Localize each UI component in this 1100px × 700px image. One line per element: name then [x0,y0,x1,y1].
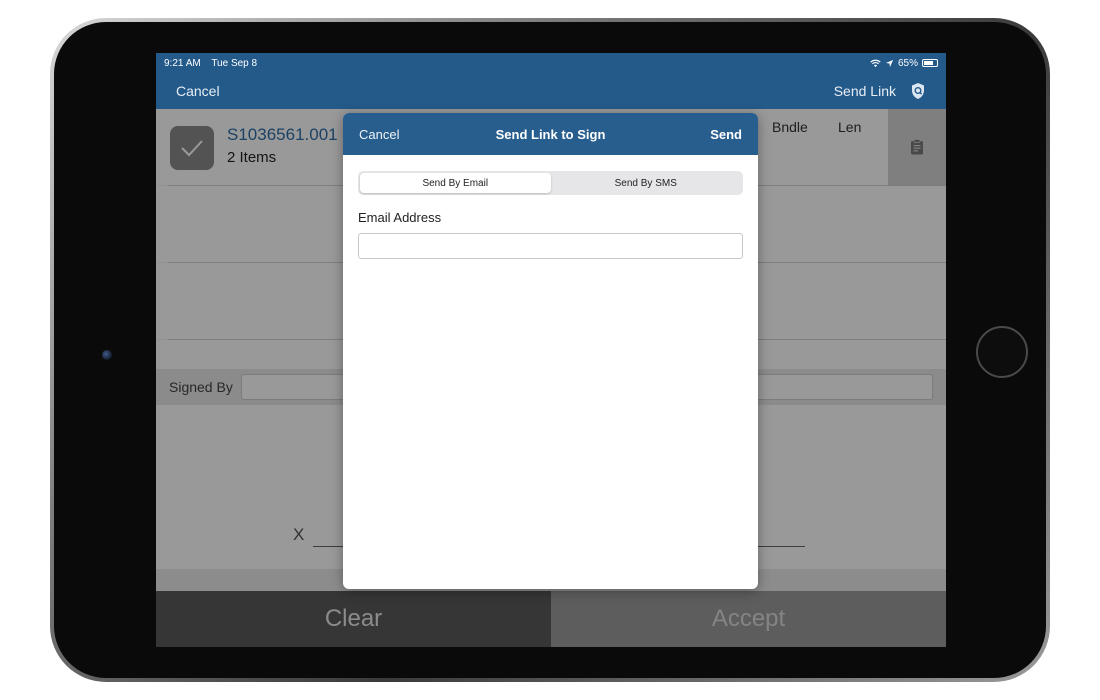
status-date: Tue Sep 8 [211,57,258,69]
nav-bar: Cancel Send Link [156,73,946,109]
wifi-icon [870,59,881,67]
tab-send-by-sms[interactable]: Send By SMS [551,173,742,193]
modal-send-button[interactable]: Send [710,127,742,142]
tab-send-by-email[interactable]: Send By Email [360,173,551,193]
nav-cancel-button[interactable]: Cancel [176,83,220,99]
battery-icon [922,59,938,67]
modal-header: Cancel Send Link to Sign Send [343,113,758,155]
front-camera [102,350,112,360]
status-bar: 9:21 AM Tue Sep 8 65% [156,53,946,73]
modal-title: Send Link to Sign [495,126,606,142]
send-link-modal: Cancel Send Link to Sign Send Send By Em… [343,113,758,589]
send-method-segmented-control: Send By Email Send By SMS [358,171,743,195]
status-time: 9:21 AM [164,57,201,69]
send-link-button[interactable]: Send Link [834,83,896,99]
battery-percent: 65% [897,57,918,69]
location-arrow-icon [885,59,894,67]
email-address-input[interactable] [358,233,743,259]
modal-cancel-button[interactable]: Cancel [359,127,399,142]
home-button[interactable] [976,326,1028,378]
app-screen: 9:21 AM Tue Sep 8 65% Cancel Send Link S… [156,53,946,647]
shield-search-icon[interactable] [910,82,926,100]
email-address-label: Email Address [358,210,442,225]
